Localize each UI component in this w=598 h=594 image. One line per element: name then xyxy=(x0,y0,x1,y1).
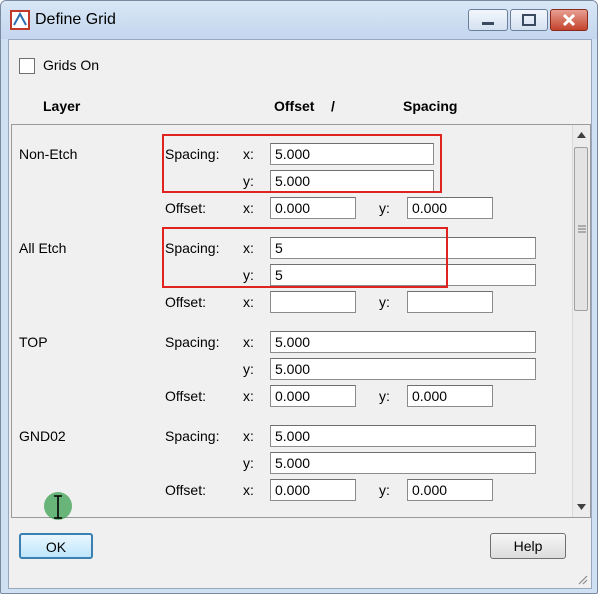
offset-x-field[interactable]: 0.000 xyxy=(270,197,356,219)
offset-x-label: x: xyxy=(243,294,254,310)
spacing-label: Spacing: xyxy=(165,334,220,350)
scrollbar-thumb[interactable] xyxy=(574,147,588,311)
offset-y-label: y: xyxy=(379,388,390,404)
layer-name: All Etch xyxy=(19,240,67,256)
define-grid-window: Define Grid Grids On Layer Offset / Spac… xyxy=(0,0,598,594)
offset-label: Offset: xyxy=(165,294,206,310)
layer-column-header: Layer xyxy=(43,98,81,114)
offset-x-field[interactable]: 0.000 xyxy=(270,479,356,501)
y-label: y: xyxy=(243,361,254,377)
x-label: x: xyxy=(243,428,254,444)
highlight-box-all-etch xyxy=(162,227,448,288)
vertical-scrollbar[interactable] xyxy=(572,125,590,517)
help-button[interactable]: Help xyxy=(490,533,566,559)
spacing-x-field[interactable]: 5.000 xyxy=(270,425,536,447)
offset-y-field[interactable]: 0.000 xyxy=(407,479,493,501)
layer-name: GND02 xyxy=(19,428,66,444)
offset-x-label: x: xyxy=(243,482,254,498)
grids-on-label: Grids On xyxy=(43,57,100,73)
spacing-y-field[interactable]: 5.000 xyxy=(270,358,536,380)
spacing-y-field[interactable]: 5.000 xyxy=(270,452,536,474)
header-separator: / xyxy=(331,98,335,114)
offset-y-field[interactable] xyxy=(407,291,493,313)
offset-y-field[interactable]: 0.000 xyxy=(407,197,493,219)
spacing-column-header: Spacing xyxy=(403,98,458,114)
layer-name: Non-Etch xyxy=(19,146,78,162)
title-bar[interactable]: Define Grid xyxy=(1,1,597,39)
offset-y-label: y: xyxy=(379,294,390,310)
maximize-icon xyxy=(522,14,536,26)
grip-icon xyxy=(578,225,586,233)
offset-x-label: x: xyxy=(243,200,254,216)
layer-grid-list[interactable]: Non-Etch Spacing: x: 5.000 y: 5.000 Offs… xyxy=(11,124,591,518)
offset-y-field[interactable]: 0.000 xyxy=(407,385,493,407)
ok-button[interactable]: OK xyxy=(19,533,93,559)
offset-label: Offset: xyxy=(165,388,206,404)
app-icon xyxy=(10,10,30,30)
spacing-label: Spacing: xyxy=(165,428,220,444)
close-button[interactable] xyxy=(550,9,588,31)
x-label: x: xyxy=(243,334,254,350)
offset-x-field[interactable]: 0.000 xyxy=(270,385,356,407)
minimize-button[interactable] xyxy=(468,9,508,31)
layer-name: TOP xyxy=(19,334,48,350)
offset-label: Offset: xyxy=(165,200,206,216)
scroll-down-arrow-icon[interactable] xyxy=(573,499,590,515)
offset-label: Offset: xyxy=(165,482,206,498)
window-title: Define Grid xyxy=(35,11,116,28)
minimize-icon xyxy=(482,22,494,25)
text-cursor-icon xyxy=(54,495,62,519)
scroll-up-arrow-icon[interactable] xyxy=(573,127,590,143)
grids-on-checkbox[interactable] xyxy=(19,58,35,74)
spacing-x-field[interactable]: 5.000 xyxy=(270,331,536,353)
maximize-button[interactable] xyxy=(510,9,548,31)
close-icon xyxy=(562,13,576,27)
y-label: y: xyxy=(243,455,254,471)
offset-y-label: y: xyxy=(379,482,390,498)
offset-y-label: y: xyxy=(379,200,390,216)
dialog-body: Grids On Layer Offset / Spacing Non-Etch… xyxy=(8,39,592,589)
resize-grip-icon[interactable] xyxy=(576,573,588,585)
offset-column-header: Offset xyxy=(274,98,315,114)
offset-x-field[interactable] xyxy=(270,291,356,313)
highlight-box-non-etch xyxy=(162,134,442,193)
offset-x-label: x: xyxy=(243,388,254,404)
